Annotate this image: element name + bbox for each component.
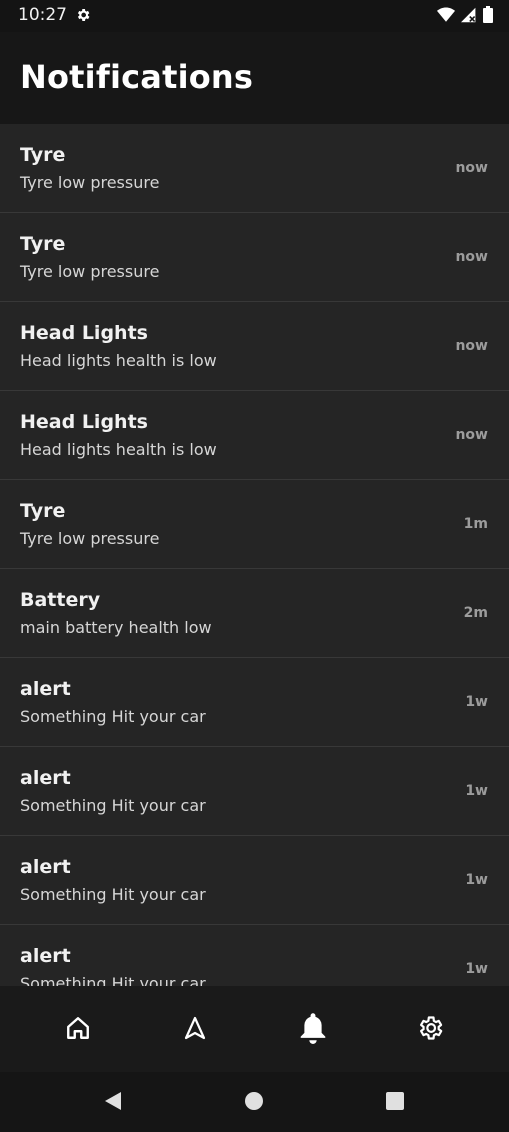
- navigation-arrow-icon: [183, 1015, 207, 1045]
- notification-title: alert: [20, 856, 71, 878]
- notification-body: Head lights health is low: [20, 351, 217, 370]
- notification-title: Head Lights: [20, 411, 148, 433]
- notification-time: now: [455, 160, 488, 176]
- notification-title: Tyre: [20, 144, 66, 166]
- notification-item[interactable]: alert Something Hit your car 1w: [0, 925, 509, 986]
- recents-square-icon: [385, 1091, 405, 1115]
- notification-title: alert: [20, 767, 71, 789]
- bell-icon: [298, 1012, 328, 1048]
- notification-time: 1w: [465, 783, 488, 799]
- notification-title: Tyre: [20, 500, 66, 522]
- home-icon: [65, 1015, 91, 1045]
- notification-time: 1w: [465, 961, 488, 977]
- notification-time: now: [455, 427, 488, 443]
- status-settings-gear-icon: [75, 7, 91, 27]
- notification-item[interactable]: alert Something Hit your car 1w: [0, 658, 509, 747]
- bottom-navigation: [0, 986, 509, 1072]
- system-recents-button[interactable]: [384, 1092, 406, 1114]
- notification-time: 1w: [465, 694, 488, 710]
- notification-item[interactable]: Head Lights Head lights health is low no…: [0, 391, 509, 480]
- notification-item[interactable]: alert Something Hit your car 1w: [0, 747, 509, 836]
- notification-body: Something Hit your car: [20, 974, 206, 986]
- home-circle-icon: [244, 1091, 264, 1115]
- notification-body: Something Hit your car: [20, 796, 206, 815]
- system-back-button[interactable]: [102, 1092, 124, 1114]
- nav-notifications-button[interactable]: [296, 1013, 330, 1047]
- notification-body: Something Hit your car: [20, 707, 206, 726]
- signal-no-data-icon: [461, 7, 477, 27]
- notification-title: Tyre: [20, 233, 66, 255]
- notification-body: Something Hit your car: [20, 885, 206, 904]
- notification-body: Tyre low pressure: [20, 262, 160, 281]
- status-time: 10:27: [18, 5, 67, 25]
- app-header: Notifications: [0, 32, 509, 124]
- notification-title: Battery: [20, 589, 101, 611]
- notification-body: Tyre low pressure: [20, 529, 160, 548]
- page-title: Notifications: [20, 58, 254, 96]
- notification-title: Head Lights: [20, 322, 148, 344]
- notification-item[interactable]: Tyre Tyre low pressure now: [0, 213, 509, 302]
- notification-title: alert: [20, 678, 71, 700]
- notification-time: 1m: [463, 516, 488, 532]
- notification-item[interactable]: Head Lights Head lights health is low no…: [0, 302, 509, 391]
- wifi-icon: [437, 7, 455, 27]
- notification-item[interactable]: alert Something Hit your car 1w: [0, 836, 509, 925]
- nav-home-button[interactable]: [61, 1013, 95, 1047]
- notification-title: alert: [20, 945, 71, 967]
- nav-navigation-button[interactable]: [178, 1013, 212, 1047]
- notification-time: now: [455, 249, 488, 265]
- notification-time: now: [455, 338, 488, 354]
- notification-list[interactable]: Tyre Tyre low pressure now Tyre Tyre low…: [0, 124, 509, 986]
- notification-body: Tyre low pressure: [20, 173, 160, 192]
- back-triangle-icon: [103, 1091, 123, 1115]
- notification-item[interactable]: Battery main battery health low 2m: [0, 569, 509, 658]
- system-home-button[interactable]: [243, 1092, 265, 1114]
- notification-time: 2m: [463, 605, 488, 621]
- battery-icon: [483, 6, 493, 27]
- nav-settings-button[interactable]: [413, 1013, 447, 1047]
- status-bar: 10:27: [0, 0, 509, 32]
- notification-body: main battery health low: [20, 618, 212, 637]
- notification-body: Head lights health is low: [20, 440, 217, 459]
- notification-time: 1w: [465, 872, 488, 888]
- settings-gear-icon: [416, 1014, 444, 1046]
- system-navigation-bar: [0, 1072, 509, 1132]
- notification-item[interactable]: Tyre Tyre low pressure 1m: [0, 480, 509, 569]
- notification-item[interactable]: Tyre Tyre low pressure now: [0, 124, 509, 213]
